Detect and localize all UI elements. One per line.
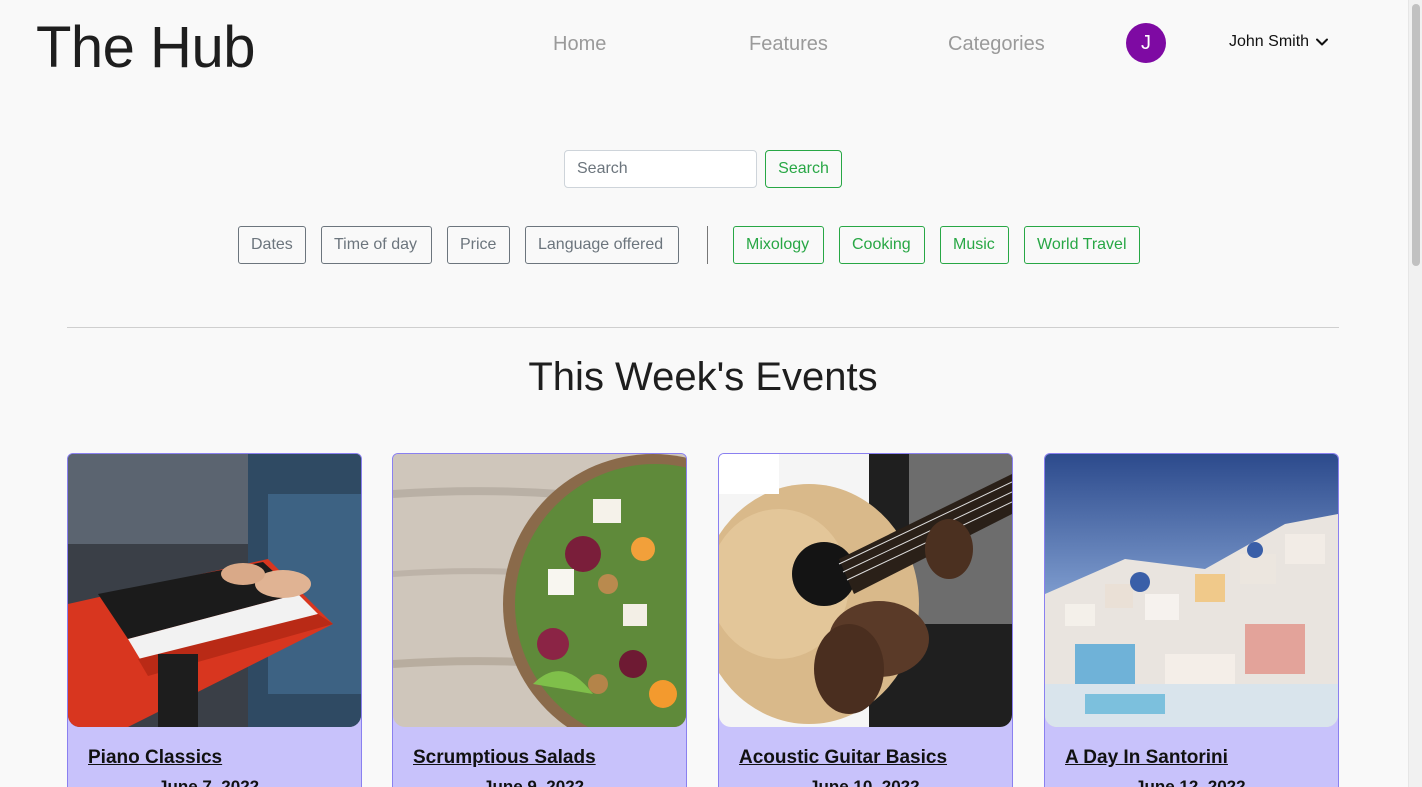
user-menu-dropdown[interactable]: John Smith (1229, 33, 1329, 51)
filter-time-of-day[interactable]: Time of day (321, 226, 432, 264)
brand-logo[interactable]: The Hub (36, 14, 255, 81)
page: The Hub Home Features Categories J John … (0, 0, 1422, 787)
filter-price[interactable]: Price (447, 226, 510, 264)
filter-divider (707, 226, 708, 264)
acoustic-guitar-photo (719, 454, 1012, 727)
category-mixology[interactable]: Mixology (733, 226, 824, 264)
event-date: June 7, 2022 (158, 777, 260, 787)
section-divider (67, 327, 1339, 328)
avatar-initial: J (1141, 31, 1151, 54)
chevron-down-icon (1316, 38, 1329, 46)
event-card[interactable]: Acoustic Guitar Basics June 10, 2022 (718, 453, 1013, 787)
user-name: John Smith (1229, 33, 1310, 50)
salad-bowl-photo (393, 454, 686, 727)
event-title[interactable]: Scrumptious Salads (413, 747, 686, 769)
avatar[interactable]: J (1126, 23, 1166, 63)
page-scrollbar[interactable] (1408, 0, 1422, 787)
event-card[interactable]: Scrumptious Salads June 9, 2022 (392, 453, 687, 787)
event-title[interactable]: Piano Classics (88, 747, 361, 769)
section-title: This Week's Events (528, 355, 878, 399)
category-cooking[interactable]: Cooking (839, 226, 925, 264)
nav-home[interactable]: Home (553, 33, 606, 56)
event-card[interactable]: A Day In Santorini June 12, 2022 (1044, 453, 1339, 787)
santorini-town-photo (1045, 454, 1338, 727)
category-music[interactable]: Music (940, 226, 1009, 264)
scrollbar-thumb[interactable] (1412, 4, 1420, 266)
event-title[interactable]: A Day In Santorini (1065, 747, 1338, 769)
search-button[interactable]: Search (765, 150, 842, 188)
category-world-travel[interactable]: World Travel (1024, 226, 1140, 264)
event-date: June 9, 2022 (483, 777, 585, 787)
nav-categories[interactable]: Categories (948, 33, 1045, 56)
filter-dates[interactable]: Dates (238, 226, 306, 264)
event-card[interactable]: Piano Classics June 7, 2022 (67, 453, 362, 787)
piano-keyboard-photo (68, 454, 361, 727)
search-input[interactable] (564, 150, 757, 188)
event-date: June 12, 2022 (1135, 777, 1246, 787)
nav-features[interactable]: Features (749, 33, 828, 56)
event-title[interactable]: Acoustic Guitar Basics (739, 747, 1012, 769)
filter-language-offered[interactable]: Language offered (525, 226, 679, 264)
event-date: June 10, 2022 (809, 777, 920, 787)
